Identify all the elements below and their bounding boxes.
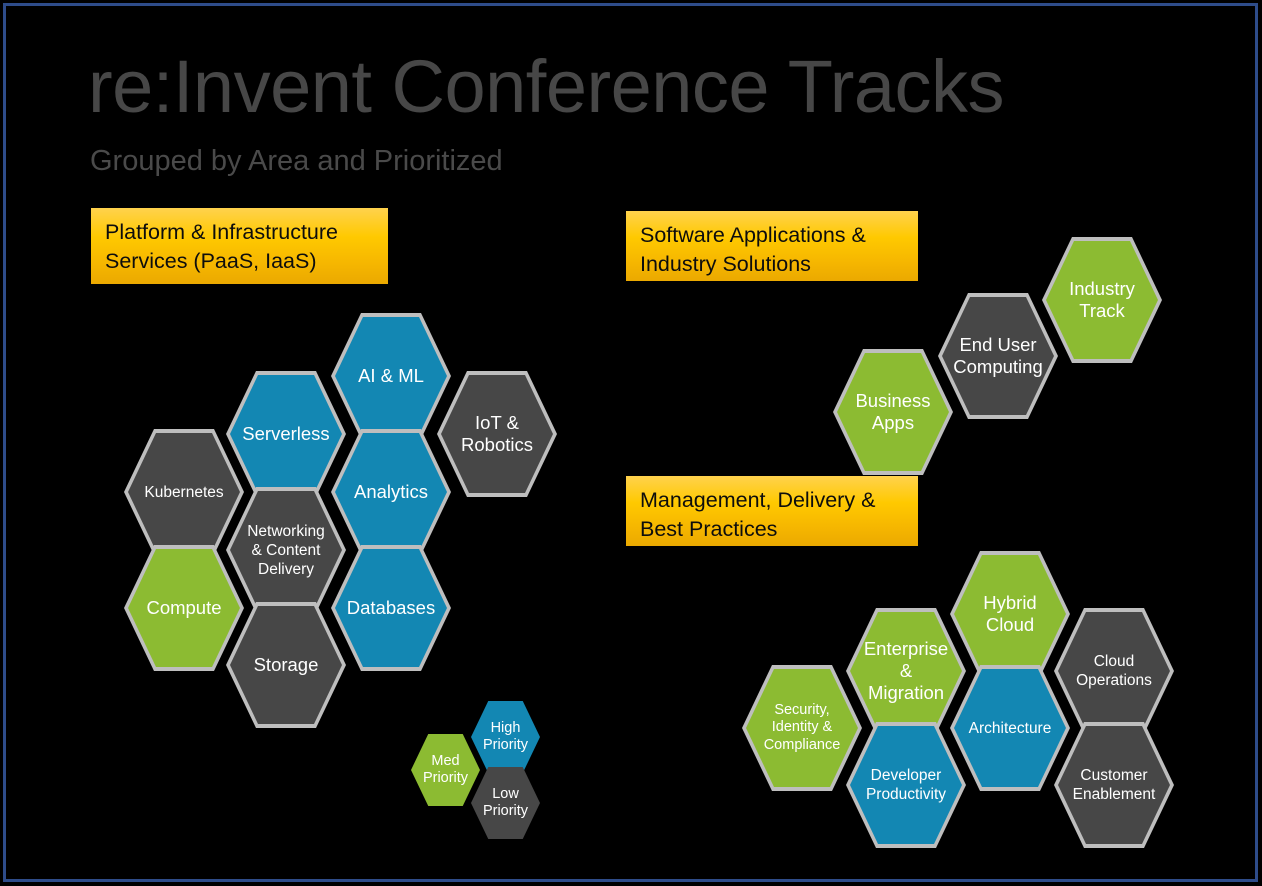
- hex-label: Security, Identity & Compliance: [763, 701, 841, 753]
- hex-label: Networking & Content Delivery: [247, 522, 325, 578]
- hex-analytics[interactable]: Analytics: [331, 429, 451, 555]
- hex-iot-robotics[interactable]: IoT & Robotics: [437, 371, 557, 497]
- hex-serverless[interactable]: Serverless: [226, 371, 346, 497]
- hex-label: Low Priority: [482, 785, 529, 820]
- hex-enterprise-migration[interactable]: Enterprise & Migration: [846, 608, 966, 734]
- hex-networking[interactable]: Networking & Content Delivery: [226, 487, 346, 613]
- hex-cloud-operations[interactable]: Cloud Operations: [1054, 608, 1174, 734]
- hex-label: Hybrid Cloud: [983, 592, 1037, 635]
- hex-architecture[interactable]: Architecture: [950, 665, 1070, 791]
- hex-label: Architecture: [968, 719, 1052, 737]
- hex-label: Cloud Operations: [1076, 653, 1152, 689]
- hex-customer-enablement[interactable]: Customer Enablement: [1054, 722, 1174, 848]
- hex-storage[interactable]: Storage: [226, 602, 346, 728]
- hex-label: High Priority: [482, 719, 529, 754]
- hex-ai-ml[interactable]: AI & ML: [331, 313, 451, 439]
- section-header-software-applications: Software Applications & Industry Solutio…: [626, 211, 918, 281]
- page-title: re:Invent Conference Tracks: [88, 45, 1005, 128]
- hex-label: AI & ML: [358, 365, 424, 386]
- hex-label: Serverless: [242, 423, 330, 444]
- hex-label: IoT & Robotics: [461, 412, 533, 455]
- section-header-platform-infrastructure: Platform & Infrastructure Services (PaaS…: [91, 208, 388, 284]
- hex-high-priority[interactable]: High Priority: [471, 701, 540, 773]
- slide-canvas: re:Invent Conference Tracks Grouped by A…: [0, 0, 1262, 886]
- hex-label: Storage: [253, 654, 319, 675]
- hex-label: Compute: [146, 597, 222, 618]
- hex-label: Business Apps: [855, 390, 931, 433]
- hex-label: End User Computing: [953, 334, 1043, 377]
- hex-label: Customer Enablement: [1072, 767, 1156, 803]
- hex-databases[interactable]: Databases: [331, 545, 451, 671]
- hex-business-apps[interactable]: Business Apps: [833, 349, 953, 475]
- hex-label: Developer Productivity: [865, 767, 947, 803]
- hex-end-user-computing[interactable]: End User Computing: [938, 293, 1058, 419]
- hex-med-priority[interactable]: Med Priority: [411, 734, 480, 806]
- hex-security-identity[interactable]: Security, Identity & Compliance: [742, 665, 862, 791]
- hex-label: Kubernetes: [144, 483, 224, 501]
- hex-label: Analytics: [353, 481, 429, 502]
- hex-label: Industry Track: [1069, 278, 1135, 321]
- hex-label: Enterprise & Migration: [863, 638, 949, 703]
- section-header-management-delivery: Management, Delivery & Best Practices: [626, 476, 918, 546]
- page-subtitle: Grouped by Area and Prioritized: [90, 145, 503, 177]
- hex-developer-productivity[interactable]: Developer Productivity: [846, 722, 966, 848]
- hex-hybrid-cloud[interactable]: Hybrid Cloud: [950, 551, 1070, 677]
- hex-label: Databases: [346, 597, 436, 618]
- hex-industry-track[interactable]: Industry Track: [1042, 237, 1162, 363]
- hex-label: Med Priority: [422, 752, 469, 787]
- hex-low-priority[interactable]: Low Priority: [471, 767, 540, 839]
